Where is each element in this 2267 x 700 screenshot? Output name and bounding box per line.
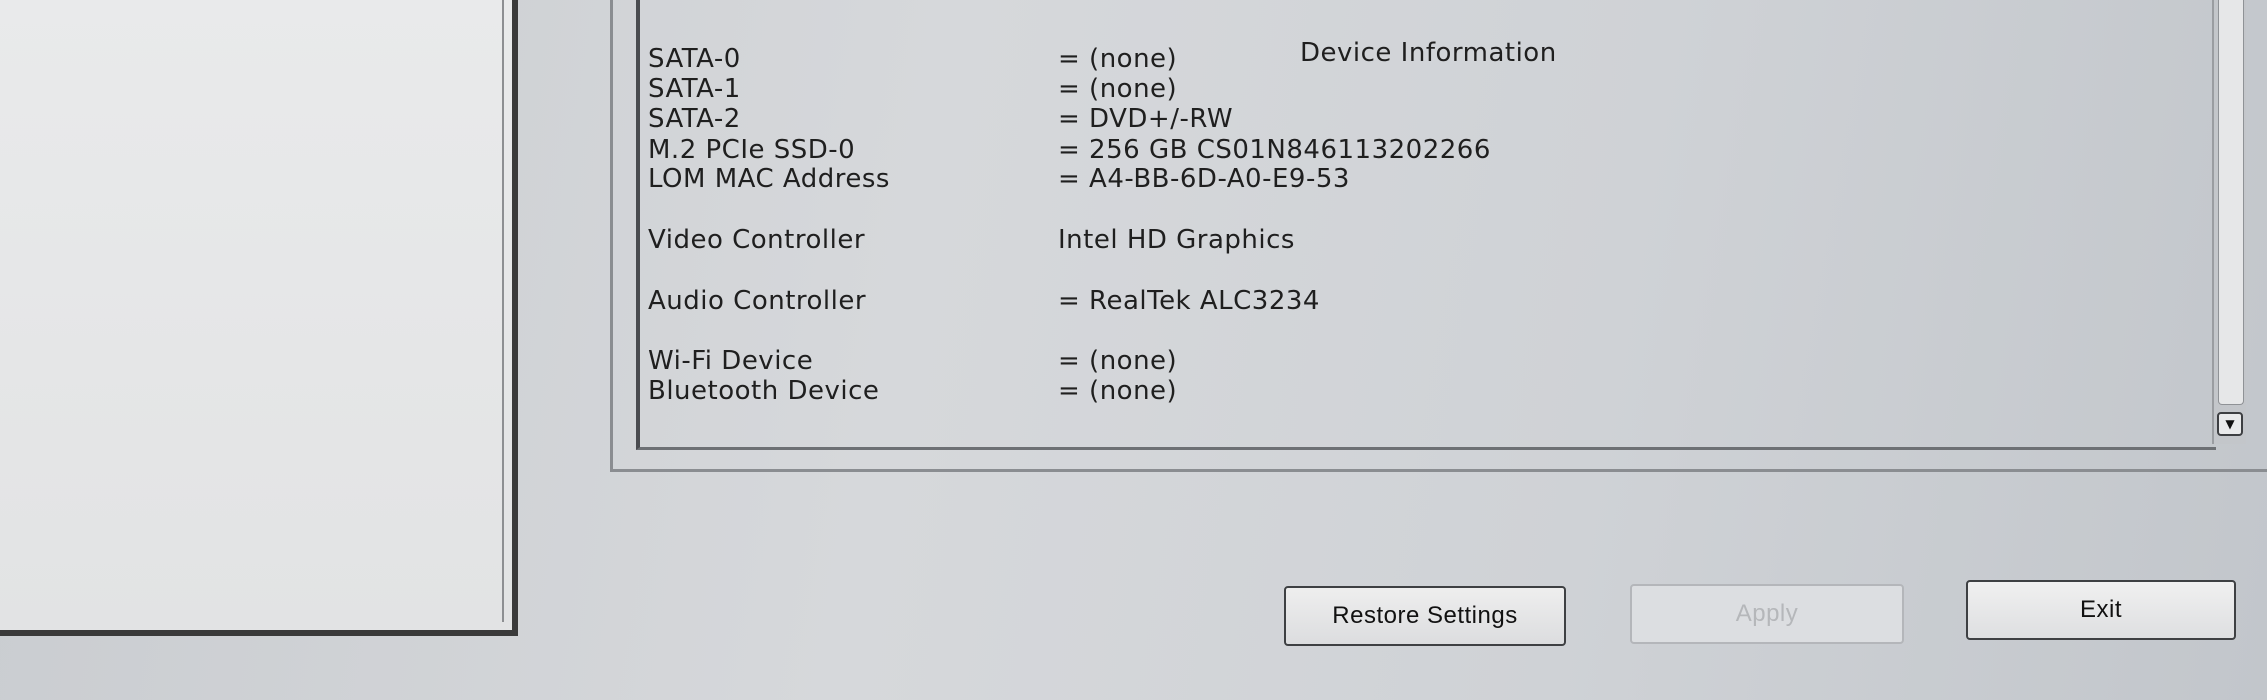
info-label: Wi-Fi Device <box>648 346 814 376</box>
exit-button[interactable]: Exit <box>1966 580 2236 640</box>
scroll-down-button[interactable]: ▼ <box>2217 412 2243 436</box>
info-row-m2-ssd: M.2 PCIe SSD-0 = 256 GB CS01N84611320226… <box>648 135 1848 165</box>
info-value: = (none) <box>1058 346 1178 376</box>
info-row-sata-0: SATA-0 = (none) <box>648 44 1848 74</box>
chevron-down-icon: ▼ <box>2225 417 2235 431</box>
settings-tree-panel <box>0 0 518 636</box>
info-value: = (none) <box>1058 74 1178 104</box>
vertical-scrollbar[interactable]: ▼ <box>2212 0 2246 444</box>
info-value: = DVD+/-RW <box>1058 104 1234 134</box>
info-value: = RealTek ALC3234 <box>1058 286 1320 316</box>
info-row-wifi-device: Wi-Fi Device = (none) <box>648 346 1848 376</box>
info-row-video-controller: Video Controller Intel HD Graphics <box>648 225 1848 255</box>
info-label: SATA-2 <box>648 104 741 134</box>
info-value: = (none) <box>1058 376 1178 406</box>
info-label: SATA-1 <box>648 74 741 104</box>
apply-button[interactable]: Apply <box>1630 584 1904 644</box>
info-label: Audio Controller <box>648 286 867 316</box>
info-row-sata-1: SATA-1 = (none) <box>648 74 1848 104</box>
restore-settings-button[interactable]: Restore Settings <box>1284 586 1566 646</box>
info-label: Video Controller <box>648 225 866 255</box>
info-value: Intel HD Graphics <box>1058 225 1295 255</box>
info-row-lom-mac: LOM MAC Address = A4-BB-6D-A0-E9-53 <box>648 164 1848 194</box>
info-label: M.2 PCIe SSD-0 <box>648 135 856 165</box>
info-row-sata-2: SATA-2 = DVD+/-RW <box>648 104 1848 134</box>
info-value: = 256 GB CS01N846113202266 <box>1058 135 1491 165</box>
info-row-bluetooth-device: Bluetooth Device = (none) <box>648 376 1848 406</box>
info-row-audio-controller: Audio Controller = RealTek ALC3234 <box>648 286 1848 316</box>
info-label: Bluetooth Device <box>648 376 880 406</box>
info-value: = A4-BB-6D-A0-E9-53 <box>1058 164 1350 194</box>
info-label: SATA-0 <box>648 44 741 74</box>
scrollbar-thumb[interactable] <box>2218 0 2244 405</box>
info-label: LOM MAC Address <box>648 164 890 194</box>
info-value: = (none) <box>1058 44 1178 74</box>
